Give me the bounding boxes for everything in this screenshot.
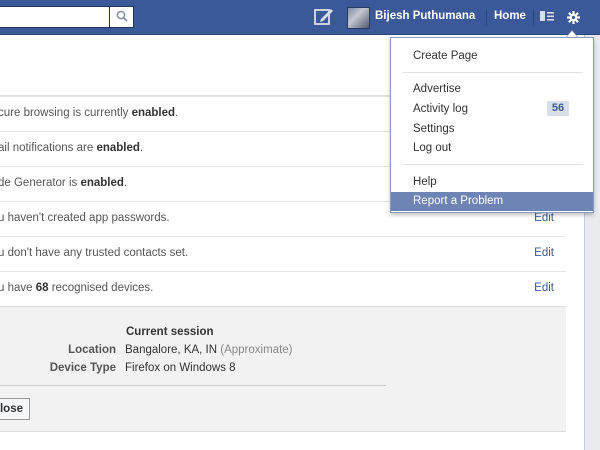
menu-item-create-page[interactable]: Create Page	[391, 47, 593, 66]
active-sessions-section: Current session Location Bangalore, KA, …	[0, 306, 566, 432]
row-text: cure browsing is currently enabled.	[0, 107, 179, 119]
device-type-value: Firefox on Windows 8	[125, 362, 236, 374]
trusted-contacts-row[interactable]: u don't have any trusted contacts set. E…	[0, 236, 566, 270]
menu-divider	[403, 164, 583, 165]
row-text: u haven't created app passwords.	[0, 212, 170, 224]
avatar[interactable]	[347, 7, 370, 29]
nav-divider	[486, 9, 487, 25]
edit-link[interactable]: Edit	[534, 247, 554, 259]
row-text: u don't have any trusted contacts set.	[0, 247, 189, 259]
recognised-devices-row[interactable]: u have 68 recognised devices. Edit	[0, 271, 566, 305]
home-link[interactable]: Home	[494, 10, 526, 22]
menu-item-help[interactable]: Help	[391, 173, 593, 192]
menu-item-report-problem[interactable]: Report a Problem	[391, 192, 593, 211]
menu-item-advertise[interactable]: Advertise	[391, 80, 593, 99]
profile-name-link[interactable]: Bijesh Puthumana	[375, 10, 475, 22]
search-button[interactable]	[109, 6, 134, 28]
session-title: Current session	[126, 326, 214, 338]
session-divider	[0, 385, 386, 386]
menu-item-activity-log[interactable]: Activity log 56	[391, 100, 593, 119]
row-text: ail notifications are enabled.	[0, 142, 144, 154]
row-text: u have 68 recognised devices.	[0, 282, 154, 294]
close-button[interactable]: lose	[0, 398, 30, 420]
section-divider	[0, 431, 566, 432]
top-navigation-bar: Bijesh Puthumana Home	[0, 0, 600, 35]
location-label: Location	[68, 344, 116, 356]
device-type-label: Device Type	[49, 362, 116, 374]
menu-item-settings[interactable]: Settings	[391, 120, 593, 139]
search-icon	[116, 10, 128, 25]
account-settings-menu: Create Page Advertise Activity log 56 Se…	[390, 37, 594, 213]
edit-link[interactable]: Edit	[534, 212, 554, 224]
activity-log-count-badge: 56	[547, 101, 569, 116]
menu-item-log-out[interactable]: Log out	[391, 139, 593, 158]
compose-icon[interactable]	[313, 7, 335, 27]
row-text: de Generator is enabled.	[0, 177, 128, 189]
edit-link[interactable]: Edit	[534, 282, 554, 294]
location-value: Bangalore, KA, IN (Approximate)	[125, 344, 293, 356]
friend-requests-icon[interactable]	[540, 10, 554, 24]
nav-divider	[533, 9, 534, 25]
menu-divider	[403, 72, 583, 73]
search-input[interactable]	[0, 6, 109, 28]
gear-icon[interactable]	[562, 6, 584, 28]
